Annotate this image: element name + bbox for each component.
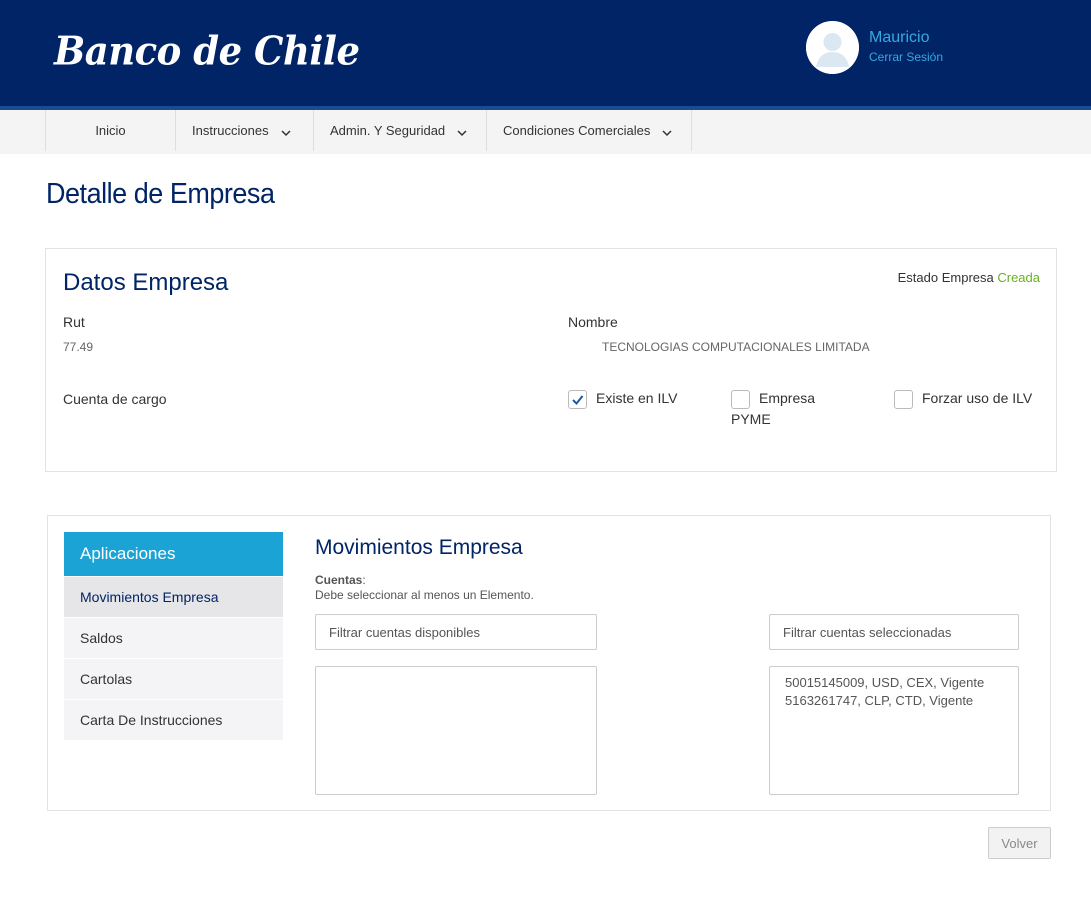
sidebar-item-movimientos-empresa[interactable]: Movimientos Empresa xyxy=(64,577,283,617)
chevron-down-icon xyxy=(662,126,672,136)
cuenta-cargo-label: Cuenta de cargo xyxy=(63,391,167,407)
nav-item-label: Admin. Y Seguridad xyxy=(330,123,446,138)
nombre-value: TECNOLOGIAS COMPUTACIONALES LIMITADA xyxy=(602,340,870,354)
available-accounts-list[interactable] xyxy=(315,666,597,795)
nav-item-label: Inicio xyxy=(95,123,126,138)
nav-item-admin-seguridad[interactable]: Admin. Y Seguridad xyxy=(313,110,486,151)
sidebar-item-saldos[interactable]: Saldos xyxy=(64,618,283,658)
logout-link[interactable]: Cerrar Sesión xyxy=(869,50,943,64)
sidebar-item-label: Movimientos Empresa xyxy=(80,589,219,605)
company-data-card: Datos Empresa Estado Empresa Creada Rut … xyxy=(45,248,1057,472)
sidebar-item-carta-instrucciones[interactable]: Carta De Instrucciones xyxy=(64,700,283,740)
nav-item-label: Condiciones Comerciales xyxy=(503,123,651,138)
forzar-ilv-label: Forzar uso de ILV xyxy=(922,390,1033,406)
filter-selected-input[interactable] xyxy=(769,614,1019,650)
main-nav: Inicio Instrucciones Admin. Y Seguridad … xyxy=(0,110,1091,154)
rut-value: 77.49 xyxy=(63,340,94,354)
filter-available-input[interactable] xyxy=(315,614,597,650)
sidebar-item-label: Carta De Instrucciones xyxy=(80,712,223,728)
nombre-label: Nombre xyxy=(568,314,618,330)
empresa-pyme-label: Empresa PYME xyxy=(731,390,816,427)
volver-button[interactable]: Volver xyxy=(988,827,1051,859)
sidebar-item-label: Cartolas xyxy=(80,671,133,687)
cuentas-label: Cuentas: xyxy=(315,573,366,587)
user-avatar-icon[interactable] xyxy=(806,21,859,74)
bank-logo[interactable]: Banco de Chile xyxy=(54,25,360,78)
list-item[interactable]: 5163261747, CLP, CTD, Vigente xyxy=(785,692,1003,710)
sidebar-item-label: Saldos xyxy=(80,630,123,646)
rut-label: Rut xyxy=(63,314,85,330)
applications-header: Aplicaciones xyxy=(64,532,283,576)
existe-ilv-label: Existe en ILV xyxy=(596,390,678,406)
nav-item-inicio[interactable]: Inicio xyxy=(45,110,175,151)
status-label: Estado Empresa xyxy=(897,270,994,285)
chevron-down-icon xyxy=(281,126,291,136)
nav-item-label: Instrucciones xyxy=(192,123,269,138)
status-badge: Creada xyxy=(997,270,1040,285)
nav-item-condiciones-comerciales[interactable]: Condiciones Comerciales xyxy=(486,110,692,151)
applications-card: Aplicaciones Movimientos Empresa Saldos … xyxy=(47,515,1051,811)
selected-accounts-list[interactable]: 50015145009, USD, CEX, Vigente 516326174… xyxy=(769,666,1019,795)
user-name: Mauricio xyxy=(869,29,930,46)
chevron-down-icon xyxy=(457,126,467,136)
sidebar-item-cartolas[interactable]: Cartolas xyxy=(64,659,283,699)
existe-ilv-checkbox[interactable] xyxy=(568,390,587,409)
page-title: Detalle de Empresa xyxy=(46,178,275,210)
company-status: Estado Empresa Creada xyxy=(898,270,1040,285)
section-title: Movimientos Empresa xyxy=(315,536,523,559)
list-item[interactable]: 50015145009, USD, CEX, Vigente xyxy=(785,674,1003,692)
nav-item-instrucciones[interactable]: Instrucciones xyxy=(175,110,313,151)
cuentas-hint: Debe seleccionar al menos un Elemento. xyxy=(315,588,534,602)
top-header: Banco de Chile Mauricio Cerrar Sesión xyxy=(0,0,1091,106)
card-title: Datos Empresa xyxy=(63,269,229,296)
